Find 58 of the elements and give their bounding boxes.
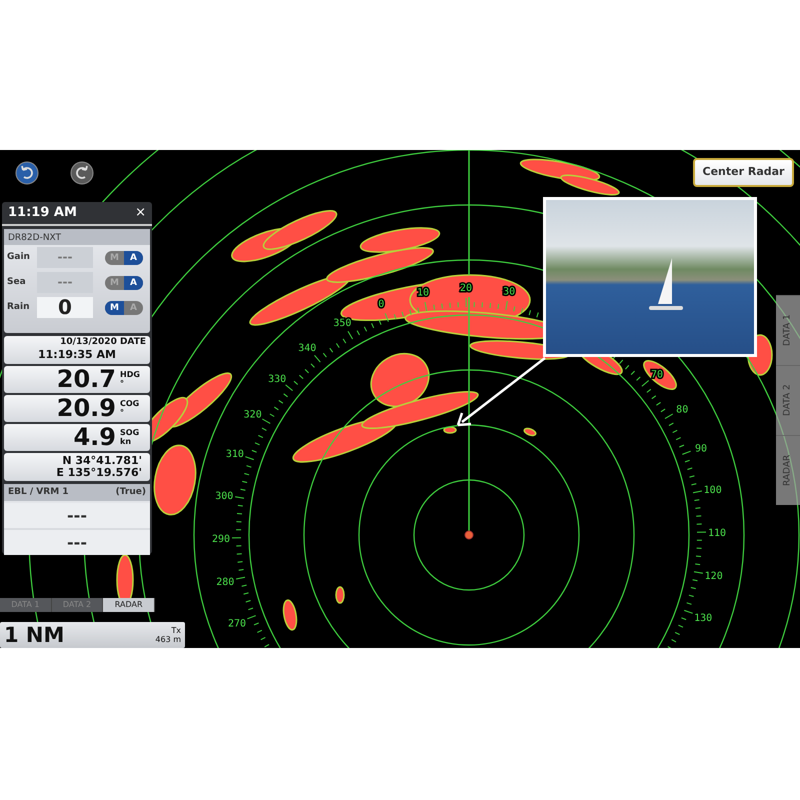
bearing-reference: (True) [116, 486, 146, 498]
control-label: Sea [7, 276, 27, 289]
bearing-label: 290 [212, 534, 230, 545]
bearing-label: 280 [216, 577, 234, 588]
reading-unit: kn [120, 437, 132, 446]
reading-unit: ° [120, 379, 125, 388]
bearing-label: 320 [244, 410, 262, 421]
bearing-label: 80 [676, 404, 688, 416]
ebl-vrm-value: --- [4, 503, 150, 528]
ebl-vrm-value: --- [4, 530, 150, 555]
bearing-label: 120 [704, 571, 723, 582]
undo-icon[interactable] [15, 161, 39, 185]
bearing-label: 130 [694, 613, 712, 624]
close-button[interactable]: × [135, 203, 146, 223]
time-text: 11:19:35 AM [36, 347, 117, 363]
bearing-label: 100 [704, 485, 722, 496]
position-text: E 135°19.576' [55, 466, 142, 478]
reading-label: COG [120, 399, 140, 408]
bearing-label: 30 [503, 286, 516, 298]
control-label: Gain [7, 250, 31, 264]
radar-model-label: DR82D-NXT [4, 229, 150, 245]
reading-value: 4.9 [73, 424, 116, 450]
bearing-label: 70 [650, 369, 664, 380]
position-text: N 34°41.781' [61, 454, 142, 466]
bearing-label: 90 [694, 443, 708, 454]
reading-value: 20.9 [56, 394, 116, 422]
bearing-label: 270 [228, 618, 246, 630]
bearing-label: 300 [215, 490, 234, 502]
radar-echo [335, 586, 345, 604]
control-label: Rain [7, 300, 30, 314]
bearing-label: 20 [460, 283, 472, 294]
reading-label: SOG [120, 428, 140, 437]
bearing-label: 310 [226, 449, 244, 460]
panel-title: 11:19 AM [8, 204, 77, 222]
panel-tab[interactable]: RADAR [103, 598, 156, 612]
radar-echo [524, 428, 536, 436]
ebl-vrm-title: EBL / VRM 1 [8, 486, 69, 498]
control-value: --- [37, 247, 93, 268]
bearing-label: 0 [378, 299, 384, 310]
bearing-label: 340 [298, 343, 316, 354]
transmit-mode: Tx [170, 626, 181, 635]
date-text: 10/13/2020 DATE [59, 336, 146, 347]
center-radar-button[interactable]: Center Radar [693, 158, 794, 187]
radar-echo [643, 360, 677, 390]
reading-label: HDG [120, 370, 141, 379]
control-value: --- [37, 272, 93, 293]
own-ship-marker [464, 530, 474, 540]
bearing-label: 330 [268, 374, 286, 385]
bearing-label: 350 [333, 318, 352, 329]
bearing-label: 110 [708, 528, 726, 539]
bearing-label: 10 [416, 287, 430, 298]
control-value: 0 [37, 297, 93, 318]
range-value: 1 NM [4, 622, 64, 648]
reading-value: 20.7 [56, 366, 116, 392]
radar-echo [282, 599, 298, 631]
range-distance: 463 m [155, 635, 181, 644]
reading-unit: ° [120, 408, 125, 417]
radar-echo [560, 174, 620, 196]
